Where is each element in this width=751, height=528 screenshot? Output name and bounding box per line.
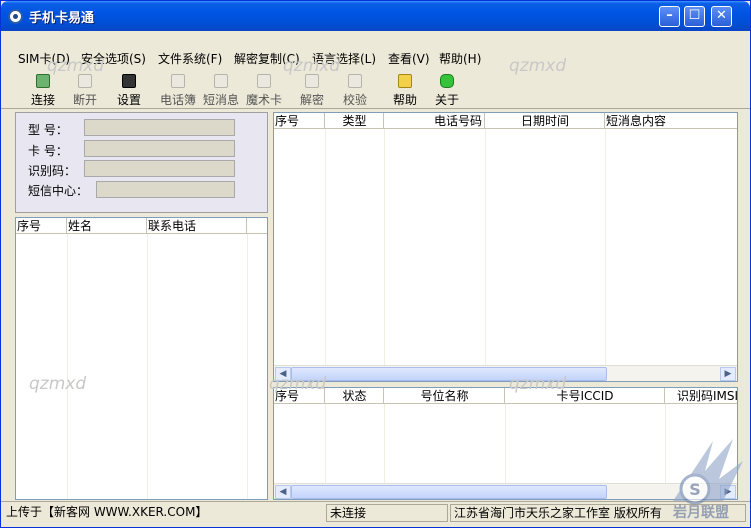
menu-bar: SIM卡(D) 安全选项(S) 文件系统(F) 解密复制(C) 语言选择(L) … [1,48,750,68]
magic-card-button[interactable]: 魔术卡 [245,72,283,108]
verify-button[interactable]: 校验 [342,72,368,108]
menu-view[interactable]: 查看(V) [388,50,430,67]
decrypt-button[interactable]: 解密 [299,72,325,108]
cards-col-slot-name[interactable]: 号位名称 [384,388,505,404]
magic-card-label: 魔术卡 [245,93,282,107]
verify-label: 校验 [342,93,367,107]
sms-label: 短消息 [202,93,239,107]
verify-icon [348,74,362,88]
close-icon: ✕ [716,8,727,23]
sms-center-label: 短信中心： [28,184,89,198]
messages-hscrollbar[interactable]: ◀ ▶ [274,365,737,381]
phonebook-icon [171,74,185,88]
card-info-panel: 型 号： 卡 号： 识别码： 短信中心： [15,112,268,213]
help-label: 帮助 [392,93,417,107]
sms-icon [214,74,228,88]
phonebook-button[interactable]: 电话簿 [159,72,197,108]
about-label: 关于 [434,93,459,107]
about-button[interactable]: 关于 [434,72,460,108]
svg-text:岩月联盟: 岩月联盟 [672,504,729,521]
status-upload-text: 上传于【新客网 WWW.XKER.COM】 [6,505,208,519]
settings-label: 设置 [116,93,141,107]
menu-decrypt-copy[interactable]: 解密复制(C) [234,50,300,67]
menu-security[interactable]: 安全选项(S) [81,50,146,67]
id-code-field [84,160,235,177]
disconnect-label: 断开 [72,93,97,107]
window-title: 手机卡易通 [29,11,95,26]
minimize-icon: – [666,8,673,23]
cards-scroll-thumb[interactable] [291,485,607,499]
id-code-label: 识别码： [28,164,77,178]
svg-text:S: S [689,480,701,499]
messages-col-phone[interactable]: 电话号码 [384,113,485,129]
connect-icon [36,74,50,88]
main-window: 手机卡易通 – ☐ ✕ SIM卡(D) 安全选项(S) 文件系统(F) 解密复制… [0,0,751,528]
disconnect-button[interactable]: 断开 [72,72,98,108]
printer-settings-icon [122,74,136,88]
messages-col-index[interactable]: 序号 [274,113,325,129]
cards-col-index[interactable]: 序号 [274,388,325,404]
disconnect-icon [78,74,92,88]
messages-col-content[interactable]: 短消息内容 [605,113,737,129]
messages-col-type[interactable]: 类型 [325,113,384,129]
messages-scroll-thumb[interactable] [291,367,607,381]
scroll-right-arrow-icon[interactable]: ▶ [720,367,736,381]
title-bar[interactable]: 手机卡易通 – ☐ ✕ [1,1,750,31]
help-button[interactable]: 帮助 [392,72,418,108]
contacts-col-name[interactable]: 姓名 [67,218,147,234]
connect-label: 连接 [30,93,55,107]
status-bar: 上传于【新客网 WWW.XKER.COM】 未连接 江苏省海门市天乐之家工作室 … [1,501,750,527]
model-label: 型 号： [28,123,68,137]
messages-col-datetime[interactable]: 日期时间 [485,113,605,129]
menu-language[interactable]: 语言选择(L) [312,50,376,67]
help-icon [398,74,412,88]
connect-button[interactable]: 连接 [30,72,56,108]
minimize-button[interactable]: – [659,6,680,27]
sms-center-field [96,181,235,198]
scroll-left-arrow-icon[interactable]: ◀ [275,367,291,381]
sms-button[interactable]: 短消息 [202,72,240,108]
messages-header: 序号 类型 电话号码 日期时间 短消息内容 [274,113,737,129]
scroll-left-arrow-icon[interactable]: ◀ [275,485,291,499]
about-hand-icon [440,74,454,88]
maximize-button[interactable]: ☐ [684,6,705,27]
cards-col-status[interactable]: 状态 [325,388,384,404]
close-button[interactable]: ✕ [711,6,732,27]
toolbar: 连接 断开 设置 电话簿 短消息 魔术卡 解密 校验 帮助 关于 [1,69,750,109]
site-logo-watermark: S 岩月联盟 [672,439,743,521]
contacts-col-phone[interactable]: 联系电话 [147,218,247,234]
messages-list[interactable]: 序号 类型 电话号码 日期时间 短消息内容 ◀ ▶ [273,112,738,382]
menu-sim-card[interactable]: SIM卡(D) [18,50,70,67]
menu-file-system[interactable]: 文件系统(F) [158,50,222,67]
menu-help[interactable]: 帮助(H) [439,50,481,67]
funnel-decrypt-icon [305,74,319,88]
decrypt-label: 解密 [299,93,324,107]
cards-col-imsi[interactable]: 识别码IMSI [665,388,737,404]
maximize-icon: ☐ [688,8,701,23]
cards-header: 序号 状态 号位名称 卡号ICCID 识别码IMSI [274,388,737,404]
card-number-label: 卡 号： [28,144,68,158]
card-number-field [84,140,235,157]
cards-col-iccid[interactable]: 卡号ICCID [505,388,665,404]
settings-button[interactable]: 设置 [116,72,142,108]
magic-card-icon [257,74,271,88]
contacts-col-index[interactable]: 序号 [16,218,67,234]
contacts-header: 序号 姓名 联系电话 [16,218,267,234]
phonebook-label: 电话簿 [159,93,196,107]
contacts-list[interactable]: 序号 姓名 联系电话 [15,217,268,500]
app-icon[interactable] [8,9,23,24]
model-field [84,119,235,136]
status-connection: 未连接 [326,504,448,522]
